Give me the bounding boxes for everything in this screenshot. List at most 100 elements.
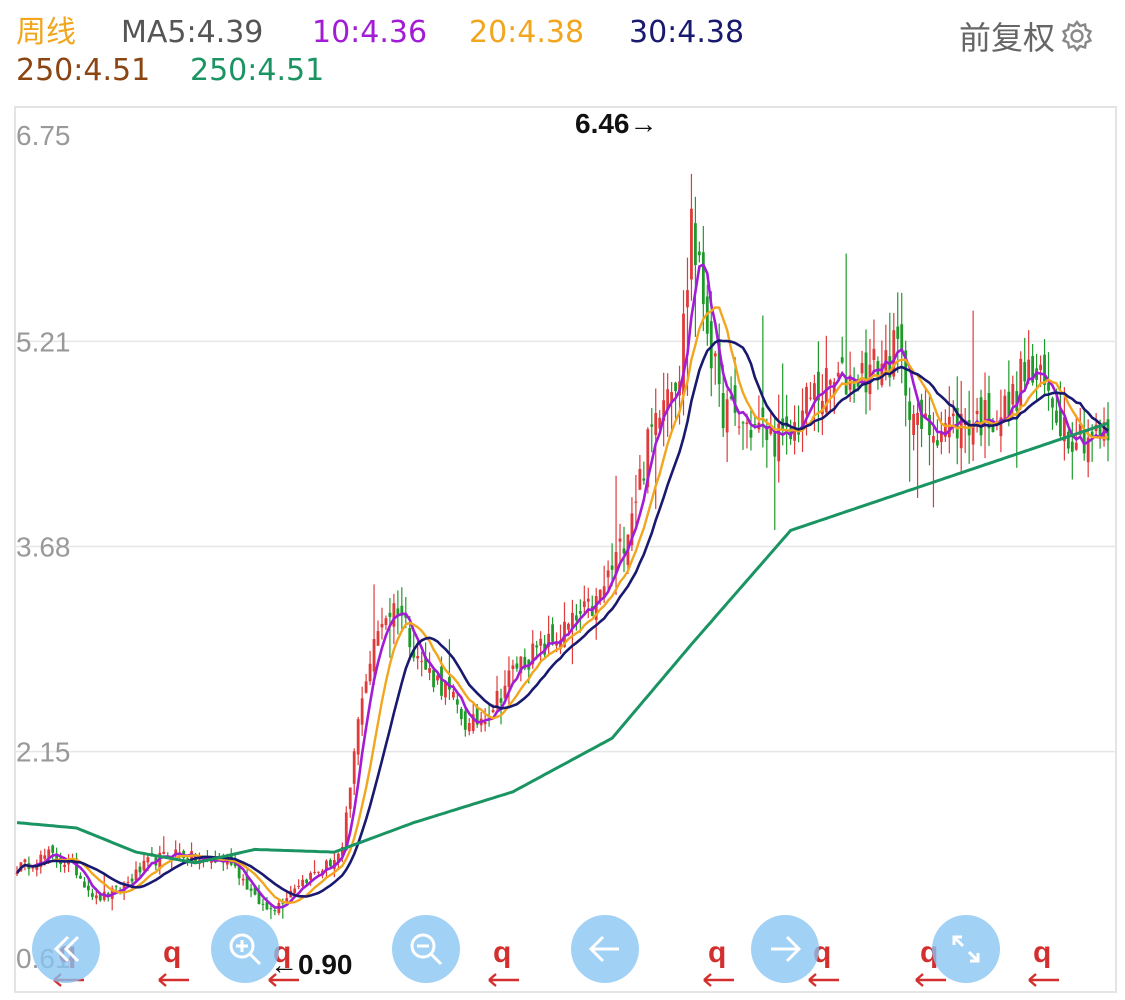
candle-body <box>1023 362 1027 382</box>
candle-body <box>348 787 352 809</box>
candle-body <box>932 436 935 443</box>
candle-body <box>428 668 431 673</box>
candle-body <box>951 413 955 417</box>
candle-body <box>916 412 919 425</box>
candle-body <box>317 871 320 873</box>
candle-body <box>130 878 134 882</box>
candle-body <box>459 708 463 720</box>
candle-body <box>725 399 729 433</box>
candle-body <box>297 886 301 888</box>
candle-body <box>836 372 840 377</box>
candle-body <box>491 709 495 713</box>
legend-ma250-a: 250:4.51 <box>16 53 151 88</box>
candle-body <box>515 663 519 669</box>
price-adjust-selector[interactable]: 前复权 <box>959 16 1095 57</box>
candle-body <box>844 377 848 395</box>
candle-body <box>574 615 578 621</box>
candle-body <box>384 618 388 626</box>
candle-body <box>301 879 305 887</box>
candle-body <box>1027 359 1031 381</box>
candle-body <box>582 601 586 608</box>
candle-body <box>455 699 459 705</box>
double-chevron-left-icon <box>48 931 84 967</box>
candle-body <box>618 538 622 542</box>
candle-body <box>674 382 677 392</box>
candle-body <box>551 624 554 642</box>
candle-body <box>864 352 868 393</box>
legend-ma30: 30:4.38 <box>629 15 745 50</box>
candle-body <box>701 252 705 305</box>
candle-body <box>809 397 812 399</box>
candle-body <box>713 353 717 357</box>
candle-body <box>936 440 939 446</box>
candle-body <box>686 290 689 308</box>
y-tick-label: 5.21 <box>16 326 71 357</box>
candle-body <box>606 570 610 578</box>
candle-body <box>1011 383 1015 405</box>
candle-body <box>356 719 360 755</box>
y-axis-ticks: 6.755.213.682.150.61 <box>16 120 71 974</box>
legend-row-1: 周线 MA5:4.39 10:4.36 20:4.38 30:4.38 <box>16 14 1116 52</box>
candle-body <box>642 478 646 481</box>
candle-body <box>650 424 654 427</box>
max-price-label: 6.46→ <box>575 108 658 139</box>
candle-body <box>694 223 697 266</box>
candle-body <box>79 875 82 879</box>
moving-average-lines <box>15 262 1109 909</box>
candle-body <box>83 881 86 888</box>
candle-body <box>416 656 420 659</box>
candle-body <box>261 903 265 905</box>
candle-body <box>352 751 356 784</box>
candle-body <box>947 416 951 438</box>
candle-body <box>463 711 467 730</box>
expand-icon <box>946 929 986 969</box>
candle-body <box>908 401 912 421</box>
zoom-out-icon <box>406 929 446 969</box>
candle-body <box>928 414 931 436</box>
bottom-markers: qqqqqqqq <box>53 936 1059 987</box>
candle-body <box>51 845 55 853</box>
candle-body <box>896 326 900 339</box>
candle-body <box>273 909 277 912</box>
candle-body <box>610 565 614 570</box>
period-label[interactable]: 周线 <box>16 14 76 52</box>
ma10-line <box>15 262 1109 909</box>
y-tick-label: 6.75 <box>16 120 71 151</box>
candle-body <box>249 888 253 891</box>
ma20-line <box>16 306 1109 904</box>
min-price-label: ←0.90 <box>270 949 353 980</box>
candle-body <box>90 893 94 897</box>
indicator-legend: 周线 MA5:4.39 10:4.36 20:4.38 30:4.38 250:… <box>16 14 1116 90</box>
candle-body <box>737 426 741 428</box>
arrow-right-icon <box>765 929 805 969</box>
candle-body <box>94 895 98 899</box>
legend-row-2: 250:4.51 250:4.51 <box>16 52 1116 90</box>
candle-body <box>309 872 312 880</box>
candle-body <box>467 723 471 732</box>
zoom-in-button[interactable] <box>211 915 279 983</box>
candle-body <box>1055 410 1058 423</box>
candle-body <box>483 721 487 725</box>
candle-body <box>269 908 273 910</box>
candle-body <box>86 885 90 891</box>
candle-body <box>408 628 412 648</box>
candle-body <box>114 886 118 888</box>
candle-body <box>761 407 765 418</box>
previous-button[interactable] <box>571 915 639 983</box>
candle-body <box>329 860 332 867</box>
candle-body <box>507 670 511 687</box>
fullscreen-button[interactable] <box>932 915 1000 983</box>
candle-body <box>126 881 130 883</box>
bottom-marker-arrow <box>488 973 519 987</box>
zoom-out-button[interactable] <box>392 915 460 983</box>
candle-body <box>1066 432 1070 449</box>
legend-ma5: MA5:4.39 <box>121 15 264 50</box>
bottom-marker-arrow <box>158 973 189 987</box>
next-button[interactable] <box>751 915 819 983</box>
scroll-left-button[interactable] <box>32 915 100 983</box>
candle-body <box>634 501 638 503</box>
candle-body <box>539 638 543 646</box>
gear-icon <box>1059 18 1095 54</box>
candle-body <box>134 869 138 881</box>
kline-chart[interactable]: 6.755.213.682.150.61 qqqqqqqq 6.46→ ←0.9… <box>0 100 1125 995</box>
